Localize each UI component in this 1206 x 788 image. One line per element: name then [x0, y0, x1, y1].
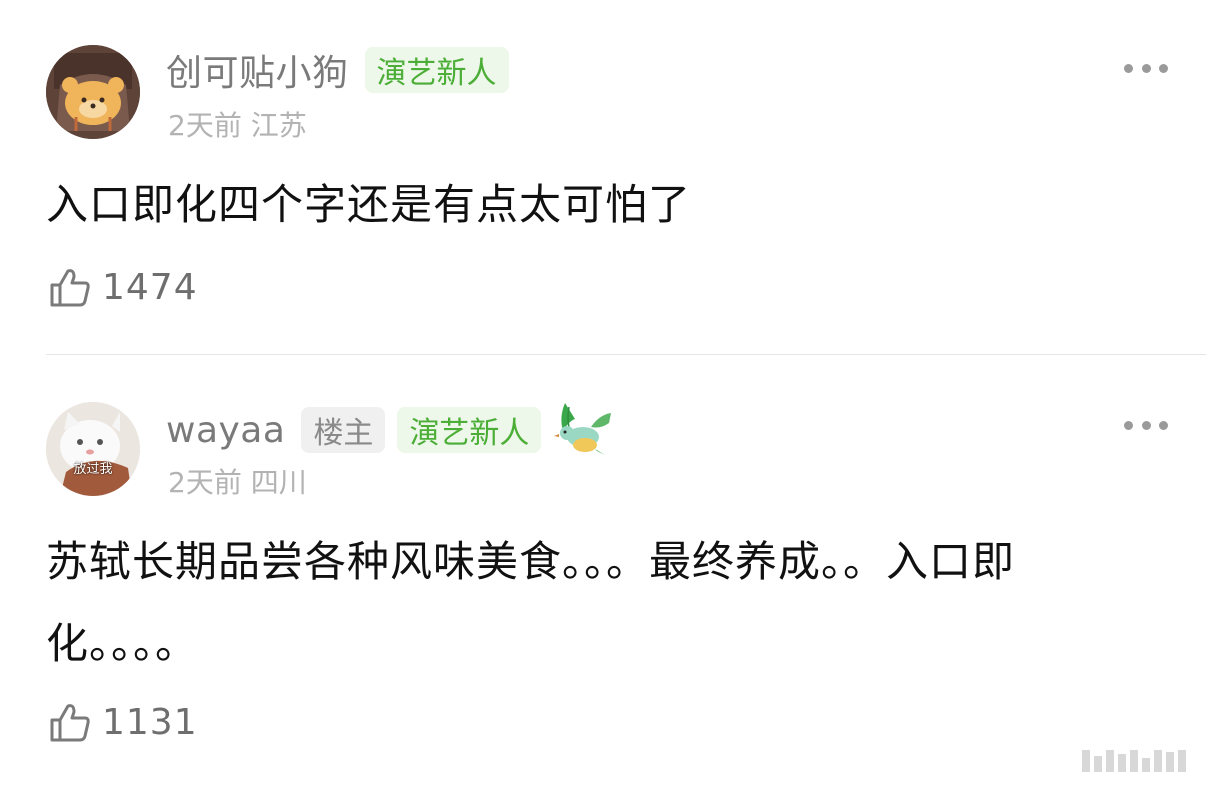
watermark-bars — [1082, 750, 1186, 772]
comment-time: 2天前 — [168, 109, 242, 142]
comment-item: 放过我 wayaa 楼主 演艺新人 2天前 四川 苏轼长期品尝各种风味美食。。。… — [0, 355, 1206, 788]
thumbs-up-icon — [50, 269, 90, 307]
avatar[interactable]: 放过我 — [46, 402, 140, 496]
comment-item: 创可贴小狗 演艺新人 2天前 江苏 入口即化四个字还是有点太可怕了 1474 — [0, 0, 1206, 354]
comment-text: 苏轼长期品尝各种风味美食。。。最终养成。。入口即化。。。。 — [46, 537, 1016, 668]
comment-text: 入口即化四个字还是有点太可怕了 — [46, 180, 692, 229]
more-dots-icon[interactable] — [1124, 64, 1168, 74]
name-row: 创可贴小狗 演艺新人 — [166, 45, 509, 95]
cat-avatar-image — [46, 402, 140, 496]
comment-location: 江苏 — [250, 109, 307, 142]
op-badge: 楼主 — [301, 407, 386, 453]
comment-time: 2天前 — [168, 466, 242, 499]
username[interactable]: 创可贴小狗 — [166, 44, 349, 96]
more-dots-icon[interactable] — [1124, 421, 1168, 431]
bird-sticker-icon — [554, 403, 612, 455]
bear-avatar-image — [46, 45, 140, 139]
like-count: 1474 — [102, 266, 198, 308]
badge-performer: 演艺新人 — [397, 407, 542, 453]
comment-location: 四川 — [250, 466, 307, 499]
name-row: wayaa 楼主 演艺新人 — [166, 403, 613, 455]
comment-meta: 2天前 江苏 — [168, 104, 307, 144]
like-button[interactable]: 1131 — [48, 697, 198, 747]
thumbs-up-icon — [50, 704, 90, 742]
comment-meta: 2天前 四川 — [168, 461, 307, 501]
like-count: 1131 — [102, 701, 198, 743]
username[interactable]: wayaa — [166, 410, 285, 451]
like-button[interactable]: 1474 — [48, 262, 198, 312]
avatar-caption: 放过我 — [73, 462, 113, 477]
avatar[interactable] — [46, 45, 140, 139]
badge-performer: 演艺新人 — [364, 47, 509, 93]
